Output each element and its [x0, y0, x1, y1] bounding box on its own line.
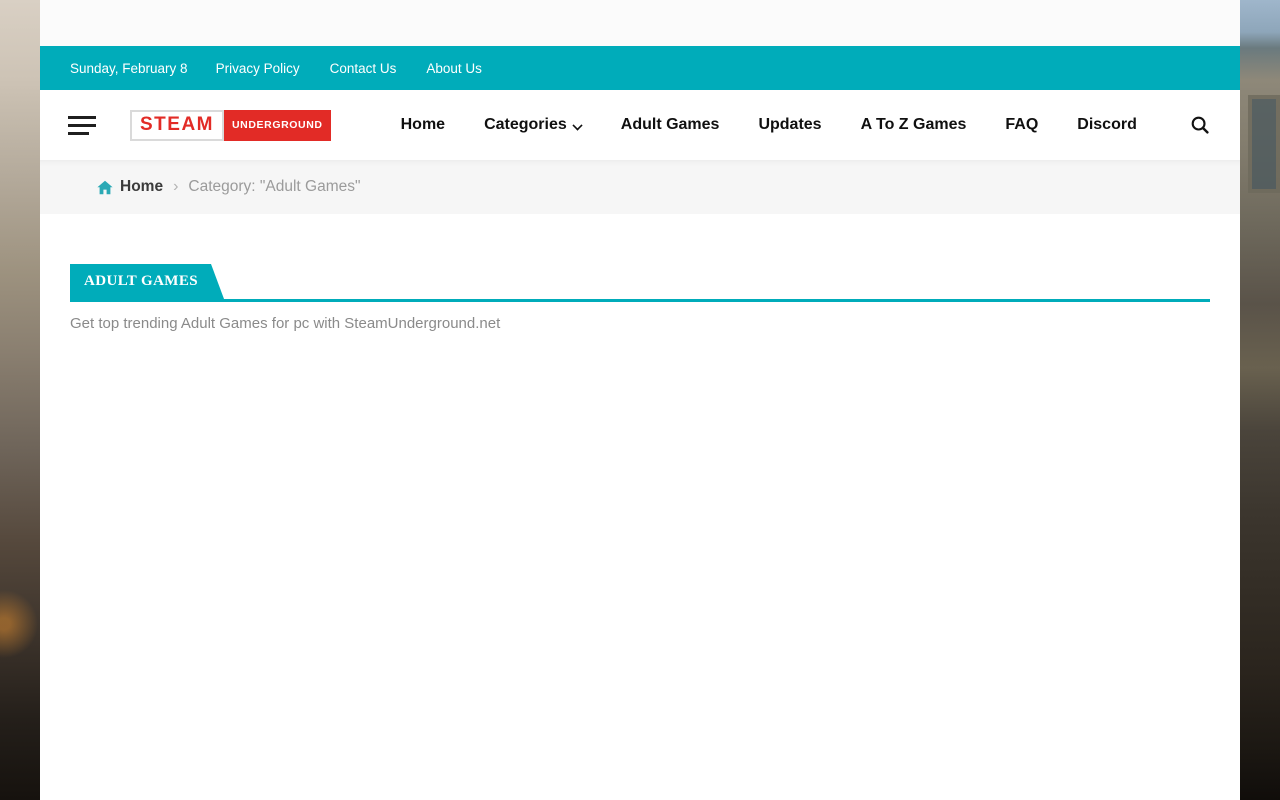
nav-item-updates[interactable]: Updates: [758, 116, 821, 134]
section-title-badge: ADULT GAMES: [70, 264, 224, 299]
section-description: Get top trending Adult Games for pc with…: [70, 315, 1210, 332]
breadcrumb-home-label: Home: [120, 178, 163, 196]
topbar-link-about-us[interactable]: About Us: [426, 61, 482, 76]
chevron-down-icon: [573, 119, 582, 128]
section-header-rule: ADULT GAMES: [70, 264, 1210, 302]
nav-item-categories[interactable]: Categories: [484, 116, 582, 134]
nav-item-faq[interactable]: FAQ: [1005, 116, 1038, 134]
topbar-link-privacy-policy[interactable]: Privacy Policy: [216, 61, 300, 76]
site-header: STEAM UNDERGROUND Home Categories Adult …: [40, 90, 1240, 160]
nav-item-a-to-z-games[interactable]: A To Z Games: [861, 116, 967, 134]
topbar-date: Sunday, February 8: [70, 61, 188, 76]
site-logo[interactable]: STEAM UNDERGROUND: [130, 110, 331, 141]
topbar-link-contact-us[interactable]: Contact Us: [330, 61, 397, 76]
home-icon: [97, 180, 113, 195]
nav-item-home[interactable]: Home: [401, 116, 445, 134]
nav-item-adult-games[interactable]: Adult Games: [621, 116, 720, 134]
breadcrumb-home-link[interactable]: Home: [97, 178, 163, 196]
page-container: Sunday, February 8 Privacy Policy Contac…: [40, 0, 1240, 800]
topbar: Sunday, February 8 Privacy Policy Contac…: [40, 46, 1240, 90]
breadcrumb-separator: ›: [173, 178, 178, 196]
background-art-right: [1240, 0, 1280, 800]
main-navigation: Home Categories Adult Games Updates A To…: [401, 116, 1137, 134]
background-art-left: [0, 0, 40, 800]
search-icon[interactable]: [1190, 115, 1210, 135]
main-content: ADULT GAMES Get top trending Adult Games…: [40, 214, 1240, 332]
logo-steam-text: STEAM: [130, 110, 224, 141]
nav-item-discord[interactable]: Discord: [1077, 116, 1137, 134]
breadcrumb-current: Category: "Adult Games": [188, 178, 360, 196]
logo-underground-text: UNDERGROUND: [224, 110, 331, 141]
top-spacer-strip: [40, 0, 1240, 46]
breadcrumb: Home › Category: "Adult Games": [40, 160, 1240, 214]
hamburger-menu-icon[interactable]: [68, 116, 96, 135]
